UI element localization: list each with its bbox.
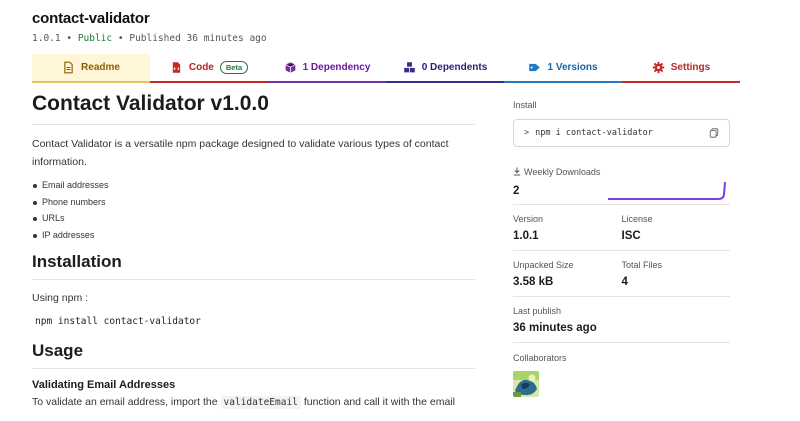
tab-label: Settings	[670, 62, 711, 73]
meta-separator: •	[117, 33, 124, 44]
email-validation-text: To validate an email address, import the…	[32, 396, 475, 409]
version-label: Version	[513, 214, 544, 224]
install-command-box[interactable]: > npm i contact-validator	[513, 119, 730, 147]
version-value: 1.0.1	[513, 230, 539, 242]
license-label: License	[621, 214, 653, 224]
visibility-label: Public	[77, 33, 113, 44]
downloads-sparkline	[608, 181, 726, 200]
unpacked-size-value: 3.58 kB	[513, 276, 554, 288]
gear-icon	[652, 61, 664, 74]
tab-versions[interactable]: 1 Versions	[504, 54, 622, 83]
collaborators-section: Collaborators	[513, 343, 730, 397]
total-files-block: Total Files 4	[622, 251, 731, 296]
total-files-label: Total Files	[621, 260, 663, 270]
code-file-icon	[172, 62, 181, 73]
list-item: IP addresses	[32, 227, 475, 244]
tab-code[interactable]: Code Beta	[150, 54, 268, 83]
package-tabs: Readme Code Beta 1 Dependency 0 Dependen…	[32, 54, 740, 83]
weekly-downloads-label: Weekly Downloads	[513, 167, 730, 177]
tab-dependents[interactable]: 0 Dependents	[386, 54, 504, 83]
weekly-downloads-value: 2	[513, 185, 520, 197]
tag-icon	[529, 63, 541, 72]
list-item: Email addresses	[32, 177, 475, 194]
collaborators-label: Collaborators	[513, 353, 567, 363]
weekly-downloads-text: Weekly Downloads	[524, 167, 601, 177]
list-item: Phone numbers	[32, 194, 475, 211]
tab-readme[interactable]: Readme	[32, 54, 150, 83]
tab-settings[interactable]: Settings	[622, 54, 740, 83]
readme-title: Contact Validator v1.0.0	[32, 92, 475, 125]
weekly-downloads-row: 2	[513, 177, 730, 205]
validate-email-code: validateEmail	[220, 396, 301, 409]
total-files-value: 4	[621, 276, 628, 288]
unpacked-size-block: Unpacked Size 3.58 kB	[513, 251, 622, 296]
install-label: Install	[513, 100, 537, 110]
list-item: URLs	[32, 210, 475, 227]
last-publish-label: Last publish	[513, 306, 562, 316]
tab-label: 1 Dependency	[302, 62, 371, 73]
size-files-row: Unpacked Size 3.58 kB Total Files 4	[513, 251, 730, 297]
copy-icon[interactable]	[709, 128, 719, 138]
install-command: npm i contact-validator	[535, 128, 653, 138]
email-text-before: To validate an email address, import the	[32, 396, 218, 408]
weekly-downloads-section: Weekly Downloads 2	[513, 167, 730, 205]
readme-content: Contact Validator v1.0.0 Contact Validat…	[32, 92, 475, 409]
package-version: 1.0.1	[32, 33, 61, 44]
feature-list: Email addresses Phone numbers URLs IP ad…	[32, 177, 475, 243]
meta-separator: •	[66, 33, 73, 44]
package-name: contact-validator	[32, 10, 150, 27]
last-publish-value: 36 minutes ago	[513, 322, 597, 334]
tab-label: 1 Versions	[547, 62, 598, 73]
version-block: Version 1.0.1	[513, 205, 622, 250]
document-icon	[64, 61, 73, 74]
tab-label: Readme	[81, 62, 120, 73]
prompt-icon: >	[524, 128, 530, 138]
beta-badge: Beta	[219, 61, 249, 74]
published-time: Published 36 minutes ago	[129, 33, 267, 44]
email-validation-heading: Validating Email Addresses	[32, 379, 176, 391]
package-header: contact-validator 1.0.1 • Public • Publi…	[32, 10, 267, 44]
tab-label: 0 Dependents	[421, 62, 488, 73]
version-license-row: Version 1.0.1 License ISC	[513, 205, 730, 251]
box-icon	[285, 62, 296, 73]
collaborator-avatar[interactable]	[513, 371, 539, 397]
tab-label: Code	[188, 62, 214, 73]
license-value: ISC	[621, 230, 641, 242]
license-block: License ISC	[622, 205, 731, 250]
email-text-after: function and call it with the email	[303, 396, 455, 408]
cubes-icon	[403, 62, 415, 73]
readme-intro: Contact Validator is a versatile npm pac…	[32, 138, 449, 168]
download-icon	[513, 167, 521, 176]
package-sidebar: Install > npm i contact-validator Weekly…	[513, 100, 730, 397]
package-meta: 1.0.1 • Public • Published 36 minutes ag…	[32, 33, 267, 44]
unpacked-size-label: Unpacked Size	[513, 260, 574, 270]
installation-heading: Installation	[32, 252, 475, 280]
using-npm-text: Using npm :	[32, 292, 89, 304]
tab-dependencies[interactable]: 1 Dependency	[268, 54, 386, 83]
install-code-block: npm install contact-validator	[35, 316, 201, 327]
last-publish-block: Last publish 36 minutes ago	[513, 297, 730, 343]
usage-heading: Usage	[32, 341, 475, 369]
